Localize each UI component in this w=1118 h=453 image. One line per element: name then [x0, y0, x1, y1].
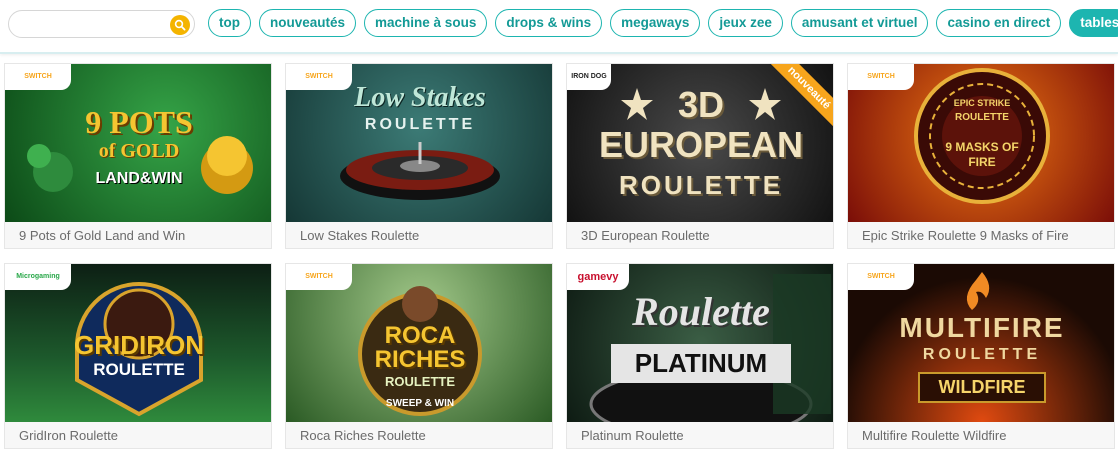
filter-casino-en-direct[interactable]: casino en direct — [936, 9, 1062, 37]
game-art-tagline: ROULETTE — [618, 170, 784, 200]
game-title: GridIron Roulette — [19, 428, 118, 443]
game-art-title: 9 POTS — [85, 104, 193, 140]
filter-tables[interactable]: tables — [1069, 9, 1118, 37]
game-art-badge: SWEEP & WIN — [385, 398, 455, 409]
provider-logo: SWITCH — [286, 264, 352, 290]
game-art-subtitle: ROULETTE — [955, 112, 1009, 123]
game-art-title: GRIDIRON — [74, 330, 204, 360]
game-art-tagline: 9 MASKS OF FIRE — [945, 140, 1019, 169]
search-box[interactable] — [8, 10, 195, 38]
game-art-tagline: ROULETTE — [384, 374, 456, 389]
search-icon[interactable] — [170, 15, 190, 35]
game-card[interactable]: ROCA RICHES ROULETTE SWEEP & WIN SWITCH … — [285, 263, 553, 449]
game-art-subtitle: ROULETTE — [364, 116, 476, 133]
game-art-subtitle: of GOLD — [98, 140, 180, 162]
game-title: Low Stakes Roulette — [300, 228, 420, 243]
game-card[interactable]: Low Stakes ROULETTE SWITCH Low Stakes Ro… — [285, 63, 553, 249]
filter-machine-a-sous[interactable]: machine à sous — [364, 9, 488, 37]
game-art-subtitle: PLATINUM — [611, 344, 791, 383]
search-input[interactable] — [19, 15, 169, 35]
game-card[interactable]: 9 POTS of GOLD LAND&WIN SWITCH 9 Pots of… — [4, 63, 272, 249]
provider-logo: gamevy — [567, 264, 629, 290]
game-art-title: Roulette — [632, 289, 770, 334]
game-title: Platinum Roulette — [581, 428, 684, 443]
provider-logo: IRON DOG — [567, 64, 611, 90]
filter-top[interactable]: top — [208, 9, 251, 37]
game-card[interactable]: EPIC STRIKE ROULETTE 9 MASKS OF FIRE SWI… — [847, 63, 1115, 249]
game-art-subtitle: ROULETTE — [93, 360, 185, 379]
game-card[interactable]: 3D EUROPEAN ROULETTE nouveauté IRON DOG … — [566, 63, 834, 249]
game-title: 3D European Roulette — [581, 228, 710, 243]
filter-jeux-zee[interactable]: jeux zee — [708, 9, 783, 37]
game-card[interactable]: MULTIFIRE ROULETTE WILDFIRE SWITCH Multi… — [847, 263, 1115, 449]
provider-logo: SWITCH — [5, 64, 71, 90]
game-title: Epic Strike Roulette 9 Masks of Fire — [862, 228, 1069, 243]
filter-drops-wins[interactable]: drops & wins — [495, 9, 603, 37]
filter-nouveautes[interactable]: nouveautés — [259, 9, 357, 37]
filter-amusant-virtuel[interactable]: amusant et virtuel — [790, 9, 929, 37]
provider-logo: SWITCH — [286, 64, 352, 90]
game-art-title: MULTIFIRE — [899, 312, 1065, 343]
game-title: 9 Pots of Gold Land and Win — [19, 228, 186, 243]
filter-megaways[interactable]: megaways — [610, 9, 701, 37]
game-card[interactable]: GRIDIRON ROULETTE Microgaming GridIron R… — [4, 263, 272, 449]
game-art-title: 3D — [677, 84, 725, 125]
game-art-subtitle: ROULETTE — [922, 346, 1042, 363]
game-title: Multifire Roulette Wildfire — [862, 428, 1007, 443]
provider-logo: SWITCH — [848, 264, 914, 290]
game-title: Roca Riches Roulette — [300, 428, 426, 443]
game-art-subtitle: RICHES — [374, 346, 466, 373]
category-filters: top nouveautés machine à sous drops & wi… — [208, 9, 1118, 37]
game-art-tagline: LAND&WIN — [95, 170, 183, 187]
game-art-title: EPIC STRIKE — [953, 98, 1011, 108]
game-art-tagline: WILDFIRE — [918, 372, 1046, 403]
provider-logo: Microgaming — [5, 264, 71, 290]
filter-bar: top nouveautés machine à sous drops & wi… — [0, 0, 1118, 54]
game-art-subtitle: EUROPEAN — [598, 124, 804, 165]
provider-logo: SWITCH — [848, 64, 914, 90]
game-card[interactable]: Roulette PLATINUM gamevy Platinum Roulet… — [566, 263, 834, 449]
